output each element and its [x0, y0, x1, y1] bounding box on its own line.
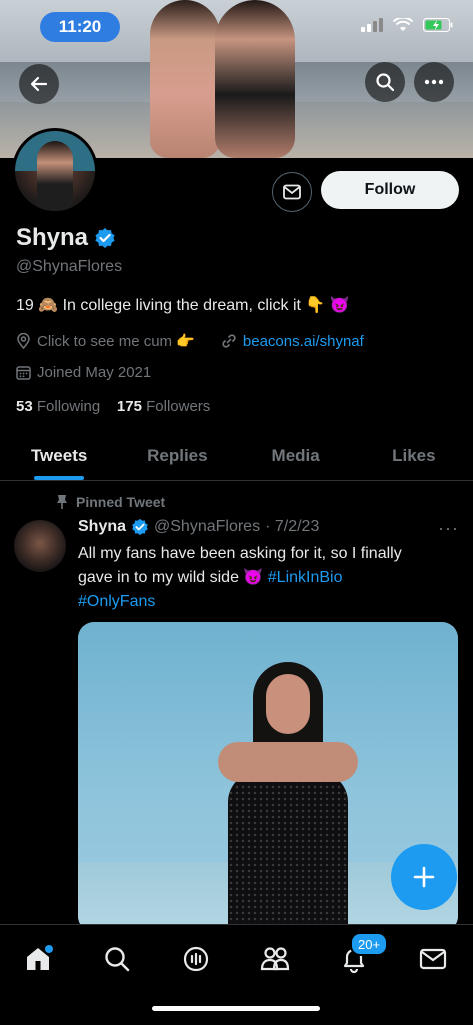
- profile-avatar[interactable]: [12, 128, 98, 214]
- tab-media[interactable]: Media: [237, 432, 355, 480]
- calendar-icon: [16, 366, 31, 380]
- banner-figure-right: [215, 0, 295, 158]
- location-icon: [17, 333, 30, 349]
- profile-name-row: Shyna: [16, 224, 116, 252]
- nav-communities[interactable]: [255, 939, 295, 979]
- hashtag-onlyfans[interactable]: #OnlyFans: [78, 590, 458, 614]
- search-icon: [105, 947, 130, 972]
- plus-icon: [413, 866, 435, 888]
- followers-link[interactable]: 175 Followers: [117, 398, 210, 415]
- following-count: 53: [16, 398, 33, 415]
- profile-location-text: Click to see me cum 👉: [37, 333, 195, 350]
- search-icon: [376, 73, 395, 92]
- tweet-more-button[interactable]: ···: [438, 518, 459, 539]
- pin-icon: [57, 495, 67, 509]
- profile-counts: 53 Following 175 Followers: [16, 398, 210, 415]
- photo-person-dress: [228, 772, 348, 932]
- tweet-text-line-2-text: gave in to my wild side 😈: [78, 569, 268, 586]
- tab-replies[interactable]: Replies: [118, 432, 236, 480]
- profile-website-link[interactable]: beacons.ai/shynaf: [243, 333, 364, 350]
- banner-figure-left: [150, 0, 220, 158]
- photo-person-face: [266, 674, 310, 734]
- tweet-author-avatar[interactable]: [14, 520, 66, 572]
- compose-tweet-button[interactable]: [391, 844, 457, 910]
- back-button[interactable]: [19, 64, 59, 104]
- home-icon: [27, 945, 53, 970]
- profile-handle: @ShynaFlores: [16, 258, 123, 275]
- notifications-badge: 20+: [350, 932, 389, 956]
- profile-joined-date: Joined May 2021: [37, 364, 152, 381]
- following-link[interactable]: 53 Following: [16, 398, 100, 415]
- back-arrow-icon: [30, 76, 48, 92]
- photo-person-shoulders: [218, 742, 358, 782]
- battery-icon: [423, 18, 453, 32]
- link-icon: [222, 334, 236, 348]
- avatar-person: [37, 141, 73, 211]
- verified-icon: [132, 518, 148, 536]
- pinned-tweet-label: Pinned Tweet: [56, 494, 165, 510]
- tab-tweets[interactable]: Tweets: [0, 432, 118, 480]
- signal-icon: [361, 18, 383, 32]
- nav-messages[interactable]: [413, 939, 453, 979]
- home-indicator: [152, 1006, 320, 1011]
- nav-search[interactable]: [97, 939, 137, 979]
- more-icon: [424, 79, 444, 85]
- tab-likes[interactable]: Likes: [355, 432, 473, 480]
- profile-joined-row: Joined May 2021: [16, 364, 151, 381]
- profile-name: Shyna: [16, 224, 89, 251]
- search-button[interactable]: [365, 62, 405, 102]
- spaces-icon: [183, 946, 209, 972]
- photo-person: [198, 652, 378, 932]
- followers-count: 175: [116, 398, 142, 415]
- tweet-author-name[interactable]: Shyna: [78, 518, 126, 536]
- pinned-label-text: Pinned Tweet: [76, 494, 166, 510]
- profile-bio: 19 🙈 In college living the dream, click …: [16, 297, 350, 314]
- hashtag-linkinbio[interactable]: #LinkInBio: [268, 569, 343, 586]
- profile-tabs: Tweets Replies Media Likes: [0, 432, 473, 481]
- nav-home[interactable]: [18, 939, 58, 979]
- mail-icon: [419, 948, 447, 970]
- profile-meta-row: Click to see me cum 👉 beacons.ai/shynaf: [16, 332, 364, 350]
- follow-button[interactable]: Follow: [321, 171, 459, 209]
- wifi-icon: [393, 18, 413, 31]
- tweet-text-line-2: gave in to my wild side 😈 #LinkInBio: [78, 566, 458, 590]
- verified-icon[interactable]: [94, 227, 116, 249]
- status-time: 11:20: [40, 12, 120, 42]
- following-label: Following: [36, 398, 101, 415]
- tweet-text: All my fans have been asking for it, so …: [78, 542, 458, 614]
- tweet-date: · 7/2/23: [265, 518, 320, 535]
- status-icons: [361, 18, 453, 32]
- more-options-button[interactable]: [414, 62, 454, 102]
- message-button[interactable]: [272, 172, 312, 212]
- tweet-text-line-1: All my fans have been asking for it, so …: [78, 545, 402, 562]
- communities-icon: [260, 947, 290, 971]
- tweet-author-handle: @ShynaFlores: [154, 518, 261, 535]
- tweet-header: Shyna @ShynaFlores · 7/2/23: [78, 518, 319, 536]
- mail-icon: [283, 184, 301, 200]
- followers-label: Followers: [146, 398, 211, 415]
- nav-spaces[interactable]: [176, 939, 216, 979]
